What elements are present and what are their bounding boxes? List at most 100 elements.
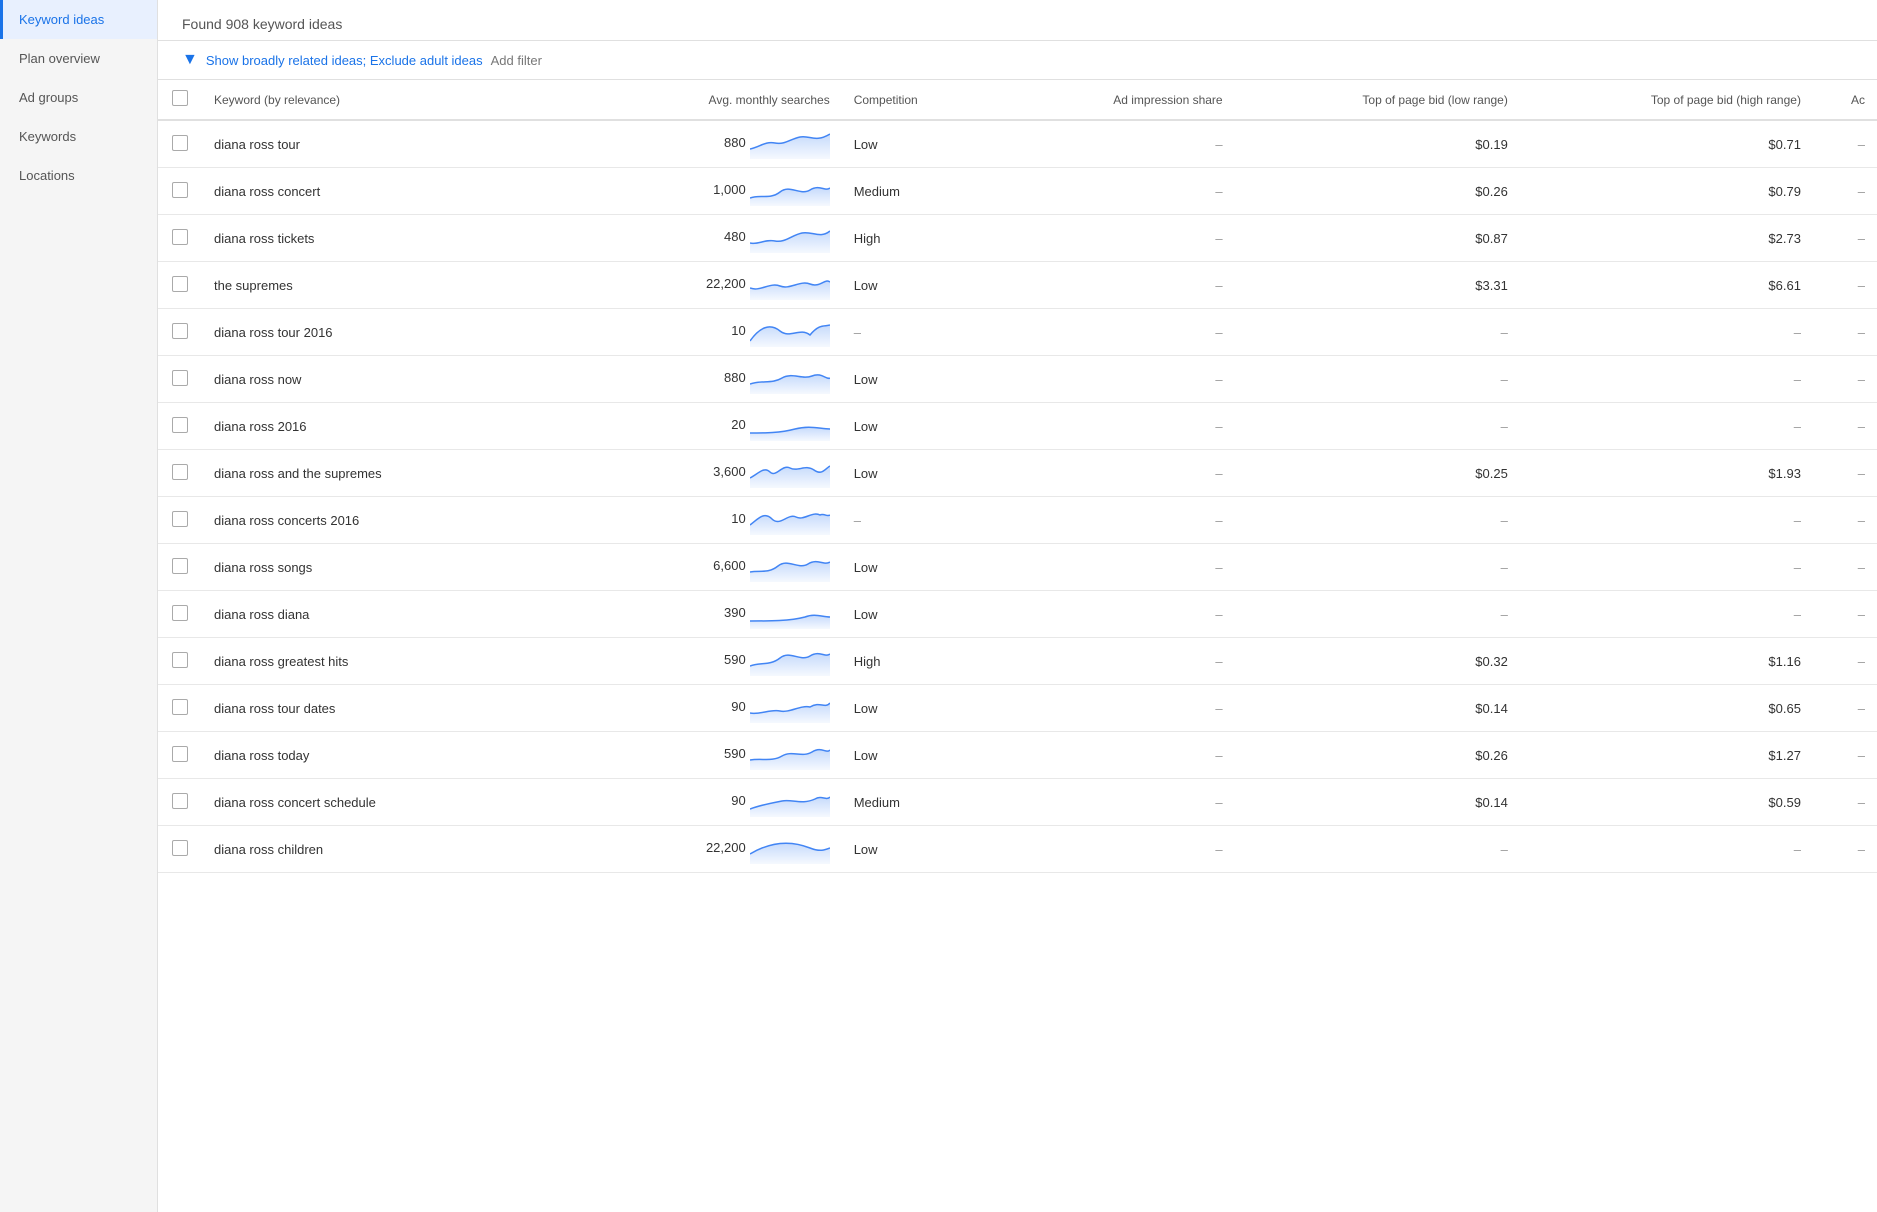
col-keyword[interactable]: Keyword (by relevance) — [202, 80, 539, 120]
bid-high-cell: – — [1520, 544, 1813, 591]
table-row: diana ross greatest hits590High–$0.32$1.… — [158, 638, 1877, 685]
filter-links[interactable]: Show broadly related ideas; Exclude adul… — [206, 53, 483, 68]
ac-cell: – — [1813, 403, 1877, 450]
keyword-cell: diana ross tickets — [202, 215, 539, 262]
row-checkbox-cell — [158, 450, 202, 497]
competition-cell: Low — [842, 826, 1010, 873]
sparkline-icon — [750, 223, 830, 253]
main-content: Found 908 keyword ideas ▼ Show broadly r… — [158, 0, 1877, 1212]
sparkline-icon — [750, 740, 830, 770]
sparkline-icon — [750, 129, 830, 159]
sidebar-item-ad-groups[interactable]: Ad groups — [0, 78, 157, 117]
col-ac[interactable]: Ac — [1813, 80, 1877, 120]
ac-cell: – — [1813, 262, 1877, 309]
col-impression-share[interactable]: Ad impression share — [1010, 80, 1235, 120]
bid-high-cell: – — [1520, 356, 1813, 403]
select-all-checkbox[interactable] — [172, 90, 188, 106]
avg-searches-cell: 10 — [539, 309, 842, 356]
table-row: diana ross tour 201610––––– — [158, 309, 1877, 356]
col-bid-high[interactable]: Top of page bid (high range) — [1520, 80, 1813, 120]
competition-cell: High — [842, 638, 1010, 685]
sidebar: Keyword ideas Plan overview Ad groups Ke… — [0, 0, 158, 1212]
keyword-cell: diana ross tour dates — [202, 685, 539, 732]
bid-high-cell: $0.71 — [1520, 120, 1813, 168]
ac-cell: – — [1813, 309, 1877, 356]
add-filter-button[interactable]: Add filter — [491, 53, 542, 68]
row-checkbox[interactable] — [172, 229, 188, 245]
row-checkbox-cell — [158, 544, 202, 591]
sidebar-item-locations[interactable]: Locations — [0, 156, 157, 195]
avg-searches-cell: 22,200 — [539, 826, 842, 873]
competition-cell: Low — [842, 450, 1010, 497]
row-checkbox[interactable] — [172, 276, 188, 292]
table-row: diana ross songs6,600Low–––– — [158, 544, 1877, 591]
keyword-cell: diana ross concert schedule — [202, 779, 539, 826]
row-checkbox[interactable] — [172, 699, 188, 715]
keyword-cell: diana ross and the supremes — [202, 450, 539, 497]
keywords-table: Keyword (by relevance) Avg. monthly sear… — [158, 80, 1877, 873]
sparkline-icon — [750, 411, 830, 441]
keyword-cell: diana ross diana — [202, 591, 539, 638]
row-checkbox-cell — [158, 356, 202, 403]
sparkline-icon — [750, 599, 830, 629]
row-checkbox[interactable] — [172, 652, 188, 668]
bid-low-cell: $0.26 — [1235, 732, 1520, 779]
row-checkbox-cell — [158, 215, 202, 262]
sparkline-icon — [750, 270, 830, 300]
row-checkbox[interactable] — [172, 511, 188, 527]
row-checkbox[interactable] — [172, 558, 188, 574]
row-checkbox[interactable] — [172, 135, 188, 151]
bid-low-cell: – — [1235, 309, 1520, 356]
bid-low-cell: $3.31 — [1235, 262, 1520, 309]
competition-cell: Low — [842, 685, 1010, 732]
impression-share-cell: – — [1010, 732, 1235, 779]
search-number: 90 — [706, 699, 746, 714]
table-row: diana ross tickets480High–$0.87$2.73– — [158, 215, 1877, 262]
row-checkbox-cell — [158, 262, 202, 309]
sidebar-item-keyword-ideas[interactable]: Keyword ideas — [0, 0, 157, 39]
impression-share-cell: – — [1010, 120, 1235, 168]
row-checkbox[interactable] — [172, 370, 188, 386]
row-checkbox[interactable] — [172, 605, 188, 621]
search-number: 3,600 — [706, 464, 746, 479]
filter-icon: ▼ — [182, 51, 198, 69]
row-checkbox[interactable] — [172, 793, 188, 809]
col-bid-low[interactable]: Top of page bid (low range) — [1235, 80, 1520, 120]
sidebar-item-plan-overview[interactable]: Plan overview — [0, 39, 157, 78]
row-checkbox-cell — [158, 779, 202, 826]
table-header-row: Keyword (by relevance) Avg. monthly sear… — [158, 80, 1877, 120]
avg-searches-cell: 480 — [539, 215, 842, 262]
filter-bar: ▼ Show broadly related ideas; Exclude ad… — [158, 41, 1877, 80]
col-avg-searches[interactable]: Avg. monthly searches — [539, 80, 842, 120]
row-checkbox[interactable] — [172, 182, 188, 198]
row-checkbox[interactable] — [172, 464, 188, 480]
sidebar-item-keywords[interactable]: Keywords — [0, 117, 157, 156]
row-checkbox[interactable] — [172, 417, 188, 433]
impression-share-cell: – — [1010, 638, 1235, 685]
search-number: 6,600 — [706, 558, 746, 573]
competition-cell: – — [842, 309, 1010, 356]
impression-share-cell: – — [1010, 826, 1235, 873]
bid-low-cell: $0.14 — [1235, 685, 1520, 732]
ac-cell: – — [1813, 638, 1877, 685]
avg-searches-cell: 880 — [539, 356, 842, 403]
select-all-header[interactable] — [158, 80, 202, 120]
table-row: diana ross tour880Low–$0.19$0.71– — [158, 120, 1877, 168]
ac-cell: – — [1813, 450, 1877, 497]
row-checkbox[interactable] — [172, 323, 188, 339]
impression-share-cell: – — [1010, 262, 1235, 309]
sparkline-icon — [750, 834, 830, 864]
impression-share-cell: – — [1010, 309, 1235, 356]
col-competition[interactable]: Competition — [842, 80, 1010, 120]
bid-low-cell: $0.19 — [1235, 120, 1520, 168]
search-number: 10 — [706, 323, 746, 338]
impression-share-cell: – — [1010, 403, 1235, 450]
competition-cell: Low — [842, 262, 1010, 309]
row-checkbox[interactable] — [172, 840, 188, 856]
search-number: 590 — [706, 746, 746, 761]
sparkline-icon — [750, 693, 830, 723]
keyword-cell: the supremes — [202, 262, 539, 309]
row-checkbox[interactable] — [172, 746, 188, 762]
row-checkbox-cell — [158, 168, 202, 215]
bid-low-cell: $0.32 — [1235, 638, 1520, 685]
